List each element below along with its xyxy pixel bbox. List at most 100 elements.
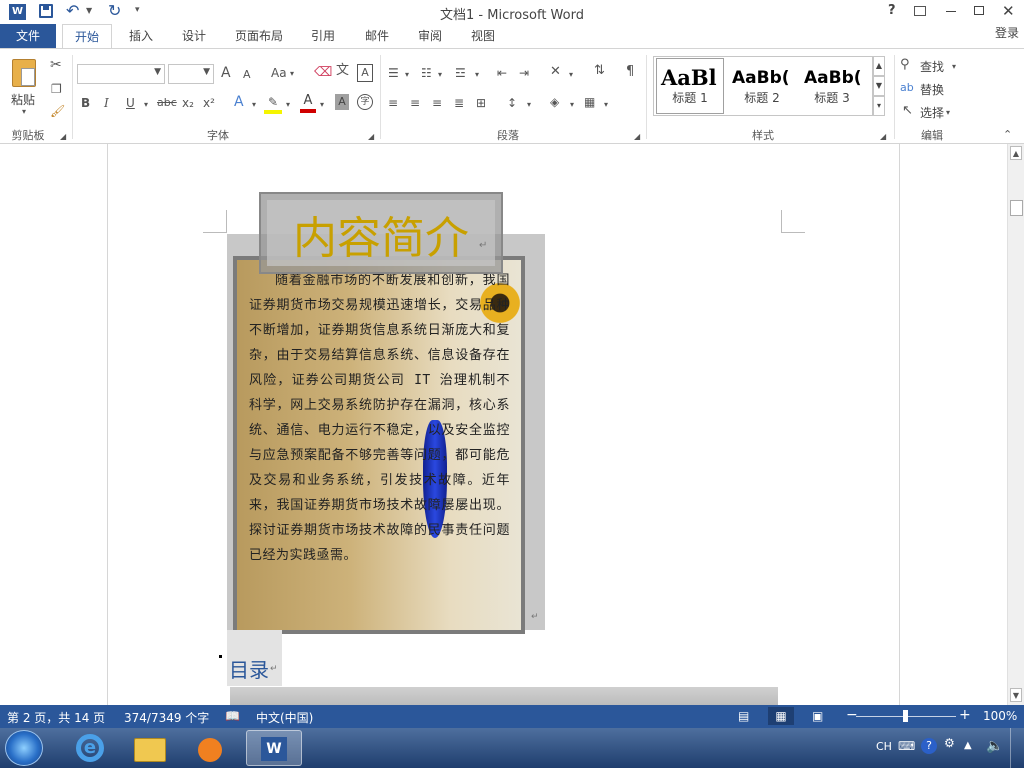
style-heading1[interactable]: AaBl 标题 1: [656, 58, 724, 114]
word-count[interactable]: 374/7349 个字: [124, 709, 209, 726]
page-count[interactable]: 第 2 页，共 14 页: [7, 709, 105, 726]
read-mode-icon[interactable]: ▤: [738, 709, 749, 723]
numbering-dropdown-icon[interactable]: ▾: [438, 67, 442, 83]
subscript-button[interactable]: x₂: [182, 95, 194, 111]
align-right-icon[interactable]: ≡: [432, 95, 442, 111]
align-center-icon[interactable]: ≡: [410, 95, 420, 111]
chinese-layout-dropdown-icon[interactable]: ▾: [569, 67, 573, 83]
select-button[interactable]: 选择: [920, 104, 944, 121]
styles-more-icon[interactable]: ▾: [873, 96, 885, 116]
style-heading3[interactable]: AaBb( 标题 3: [800, 58, 864, 114]
scroll-down-icon[interactable]: ▼: [1010, 688, 1022, 702]
tab-review[interactable]: 审阅: [407, 24, 453, 48]
superscript-button[interactable]: x²: [203, 95, 215, 111]
document-area[interactable]: 随着金融市场的不断发展和创新，我国证券期货市场交易规模迅速增长，交易品种不断增加…: [0, 144, 1008, 705]
bold-button[interactable]: B: [81, 95, 90, 111]
restore-icon[interactable]: [974, 6, 984, 15]
tab-references[interactable]: 引用: [300, 24, 346, 48]
paste-dropdown-icon[interactable]: ▾: [22, 107, 26, 116]
word-taskbar-icon[interactable]: W: [246, 730, 302, 766]
web-layout-icon[interactable]: ▣: [812, 709, 823, 723]
change-case-icon[interactable]: Aa: [271, 65, 287, 81]
paste-icon[interactable]: [12, 59, 36, 87]
text-effects-icon[interactable]: A: [234, 94, 244, 110]
underline-button[interactable]: U: [126, 95, 135, 111]
borders-dropdown-icon[interactable]: ▾: [604, 97, 608, 113]
styles-launcher-icon[interactable]: ◢: [880, 129, 886, 145]
multilevel-list-icon[interactable]: ☲: [455, 65, 466, 81]
media-player-icon[interactable]: [184, 730, 236, 766]
shrink-font-icon[interactable]: A: [243, 67, 251, 83]
scroll-thumb[interactable]: [1010, 200, 1023, 216]
change-case-dropdown-icon[interactable]: ▾: [290, 66, 294, 82]
show-hidden-icon[interactable]: ▲: [964, 740, 972, 751]
tab-insert[interactable]: 插入: [117, 24, 165, 48]
select-dropdown-icon[interactable]: ▾: [946, 105, 950, 121]
multilevel-dropdown-icon[interactable]: ▾: [475, 67, 479, 83]
clipboard-launcher-icon[interactable]: ◢: [60, 129, 66, 145]
collapse-ribbon-icon[interactable]: ⌃: [1003, 127, 1012, 143]
login-link[interactable]: 登录: [990, 21, 1024, 45]
align-left-icon[interactable]: ≡: [388, 95, 398, 111]
find-dropdown-icon[interactable]: ▾: [952, 59, 956, 75]
enclose-char-icon[interactable]: 字: [357, 94, 373, 110]
find-icon[interactable]: ⚲: [900, 57, 910, 73]
close-icon[interactable]: ✕: [1002, 2, 1015, 20]
line-spacing-icon[interactable]: ↕: [507, 95, 517, 111]
shading-dropdown-icon[interactable]: ▾: [570, 97, 574, 113]
copy-icon[interactable]: ❐: [51, 81, 62, 97]
ribbon-display-icon[interactable]: [914, 6, 926, 16]
content-image-frame[interactable]: 随着金融市场的不断发展和创新，我国证券期货市场交易规模迅速增长，交易品种不断增加…: [227, 234, 545, 634]
replace-icon[interactable]: ab: [900, 80, 914, 96]
bullets-dropdown-icon[interactable]: ▾: [405, 67, 409, 83]
zoom-in-icon[interactable]: +: [959, 707, 971, 723]
paragraph-launcher-icon[interactable]: ◢: [634, 129, 640, 145]
language-indicator[interactable]: 中文(中国): [256, 709, 313, 726]
tab-file[interactable]: 文件: [0, 24, 56, 48]
ie-icon[interactable]: e: [64, 730, 116, 766]
ime-indicator[interactable]: CH: [876, 740, 892, 753]
text-effects-dropdown-icon[interactable]: ▾: [252, 97, 256, 113]
show-marks-icon[interactable]: ¶: [626, 64, 634, 80]
tab-mailings[interactable]: 邮件: [354, 24, 400, 48]
tray-tool-icon[interactable]: ⚙: [944, 736, 955, 750]
toc-heading[interactable]: 目录: [229, 654, 269, 683]
font-launcher-icon[interactable]: ◢: [368, 129, 374, 145]
font-color-dropdown-icon[interactable]: ▾: [320, 97, 324, 113]
volume-icon[interactable]: 🔈: [986, 738, 1003, 754]
phonetic-guide-icon[interactable]: 文: [336, 63, 349, 79]
explorer-icon[interactable]: [124, 730, 176, 766]
justify-icon[interactable]: ≣: [454, 95, 464, 111]
highlight-dropdown-icon[interactable]: ▾: [286, 97, 290, 113]
chinese-layout-icon[interactable]: ✕: [550, 64, 561, 80]
font-color-icon[interactable]: A: [300, 93, 316, 113]
numbering-icon[interactable]: ☷: [421, 65, 432, 81]
char-border-icon[interactable]: A: [357, 64, 373, 82]
format-painter-icon[interactable]: 🖌: [50, 103, 65, 119]
underline-dropdown-icon[interactable]: ▾: [144, 97, 148, 113]
help-button[interactable]: ?: [888, 3, 896, 18]
distributed-icon[interactable]: ⊞: [476, 95, 486, 111]
increase-indent-icon[interactable]: ⇥: [519, 65, 529, 81]
bullets-icon[interactable]: ☰: [388, 65, 399, 81]
paste-button-label[interactable]: 粘贴: [11, 91, 35, 108]
decrease-indent-icon[interactable]: ⇤: [497, 65, 507, 81]
char-shading-icon[interactable]: A: [335, 94, 349, 110]
styles-scroll-down-icon[interactable]: ▼: [873, 76, 885, 96]
italic-button[interactable]: I: [104, 95, 109, 111]
zoom-level[interactable]: 100%: [983, 709, 1017, 723]
tab-layout[interactable]: 页面布局: [226, 24, 292, 48]
tab-view[interactable]: 视图: [460, 24, 506, 48]
heading-textbox[interactable]: 内容简介 ↵: [259, 192, 503, 274]
cut-icon[interactable]: ✂: [50, 57, 62, 73]
body-text[interactable]: 随着金融市场的不断发展和创新，我国证券期货市场交易规模迅速增长，交易品种不断增加…: [249, 268, 510, 568]
find-button[interactable]: 查找: [920, 58, 944, 75]
replace-button[interactable]: 替换: [920, 81, 944, 98]
styles-scroll-up-icon[interactable]: ▲: [873, 56, 885, 76]
start-button[interactable]: [5, 730, 43, 766]
grow-font-icon[interactable]: A: [221, 65, 231, 81]
zoom-out-icon[interactable]: −: [846, 707, 858, 723]
zoom-slider-thumb[interactable]: [903, 710, 908, 722]
shading-icon[interactable]: ◈: [550, 94, 559, 110]
print-layout-icon[interactable]: ▦: [768, 707, 794, 725]
